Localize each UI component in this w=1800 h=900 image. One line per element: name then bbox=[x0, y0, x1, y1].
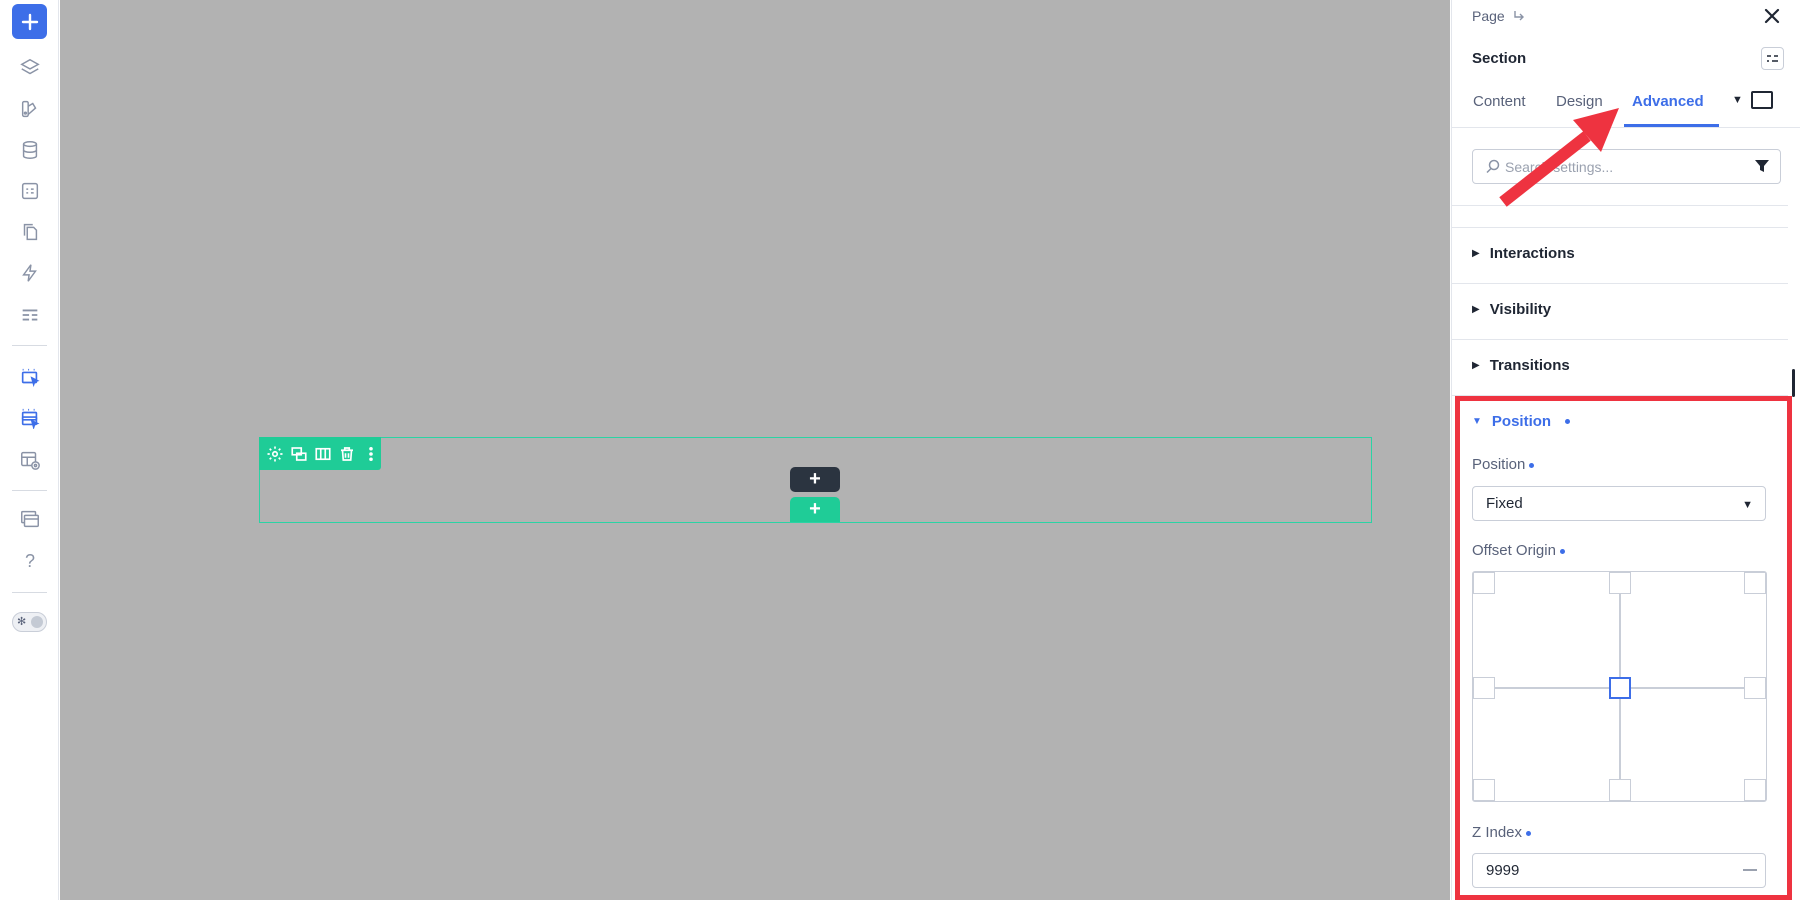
accordion-visibility[interactable]: ▶ Visibility bbox=[1472, 301, 1551, 318]
lightning-icon[interactable] bbox=[17, 260, 43, 286]
offset-origin-grid bbox=[1472, 571, 1767, 802]
active-tab-indicator bbox=[1624, 124, 1719, 127]
element-options-button[interactable] bbox=[1761, 47, 1784, 70]
duplicate-icon[interactable] bbox=[289, 444, 308, 464]
modified-dot bbox=[1559, 548, 1565, 554]
close-icon[interactable] bbox=[1760, 4, 1784, 28]
accordion-position[interactable]: ▼ Position bbox=[1472, 413, 1571, 430]
z-index-value: 9999 bbox=[1486, 862, 1520, 879]
element-title: Section bbox=[1472, 50, 1527, 67]
origin-bottom-left[interactable] bbox=[1473, 779, 1495, 801]
trash-icon[interactable] bbox=[338, 444, 357, 464]
position-select-value: Fixed bbox=[1486, 495, 1523, 512]
modified-dot bbox=[1565, 419, 1571, 424]
divider bbox=[1452, 283, 1788, 284]
origin-top-right[interactable] bbox=[1744, 572, 1766, 594]
origin-center-right[interactable] bbox=[1744, 677, 1766, 699]
search-input[interactable] bbox=[1505, 156, 1745, 178]
panel-tabs: Content Design Advanced ▼ bbox=[1452, 88, 1800, 128]
z-index-label: Z Index bbox=[1472, 824, 1523, 841]
tab-advanced[interactable]: Advanced bbox=[1632, 93, 1704, 110]
left-toolbar: ? ✻ bbox=[0, 0, 59, 900]
position-select[interactable]: Fixed ▼ bbox=[1472, 486, 1766, 521]
accordion-label: Transitions bbox=[1489, 357, 1570, 374]
plus-icon bbox=[21, 13, 38, 30]
builder-app: ? ✻ + + Page Section Content Design Adva… bbox=[0, 0, 1800, 900]
origin-top-left[interactable] bbox=[1473, 572, 1495, 594]
breadcrumb-page[interactable]: Page bbox=[1472, 8, 1505, 24]
section-toolbar bbox=[259, 437, 381, 470]
columns-icon[interactable] bbox=[313, 444, 332, 464]
select-multiple-icon[interactable] bbox=[17, 405, 43, 431]
layout-icon[interactable] bbox=[17, 302, 43, 328]
accordion-interactions[interactable]: ▶ Interactions bbox=[1472, 245, 1575, 262]
filter-icon[interactable] bbox=[1754, 158, 1770, 174]
accordion-label: Visibility bbox=[1489, 301, 1552, 318]
modified-dot bbox=[1526, 830, 1532, 836]
scrollbar-thumb[interactable] bbox=[1792, 369, 1795, 397]
caret-right-icon: ▶ bbox=[1472, 360, 1480, 371]
pages-icon[interactable] bbox=[17, 219, 43, 245]
accordion-transitions[interactable]: ▶ Transitions bbox=[1472, 357, 1570, 374]
desktop-device-icon[interactable] bbox=[1751, 91, 1773, 109]
settings-search bbox=[1472, 149, 1781, 184]
z-index-label-row: Z Index bbox=[1472, 824, 1532, 841]
chevron-down-icon: ▼ bbox=[1742, 499, 1753, 511]
add-block-button[interactable]: + bbox=[790, 467, 840, 492]
origin-bottom-right[interactable] bbox=[1744, 779, 1766, 801]
tab-design[interactable]: Design bbox=[1556, 93, 1603, 110]
caret-right-icon: ▶ bbox=[1472, 304, 1480, 315]
tab-content[interactable]: Content bbox=[1473, 93, 1526, 110]
preview-layout-icon[interactable] bbox=[17, 447, 43, 473]
theme-toggle[interactable]: ✻ bbox=[12, 612, 47, 632]
divider bbox=[1452, 339, 1788, 340]
divider bbox=[1452, 205, 1788, 206]
divider bbox=[1452, 395, 1788, 396]
sliders-icon bbox=[1767, 55, 1778, 62]
reset-dash-icon[interactable] bbox=[1743, 869, 1757, 871]
origin-center[interactable] bbox=[1609, 677, 1631, 699]
add-section-button[interactable]: + bbox=[790, 497, 840, 522]
breadcrumb[interactable]: Page bbox=[1472, 8, 1525, 24]
database-icon[interactable] bbox=[17, 137, 43, 163]
modified-dot bbox=[1529, 462, 1535, 468]
theme-icon[interactable] bbox=[17, 96, 43, 122]
position-label: Position bbox=[1472, 456, 1526, 473]
sun-icon: ✻ bbox=[17, 616, 27, 628]
forms-icon[interactable] bbox=[17, 178, 43, 204]
origin-center-left[interactable] bbox=[1473, 677, 1495, 699]
origin-top-center[interactable] bbox=[1609, 572, 1631, 594]
toolbar-divider bbox=[12, 345, 47, 346]
add-element-button[interactable] bbox=[12, 4, 47, 39]
accordion-label: Position bbox=[1491, 413, 1552, 430]
canvas[interactable]: + + bbox=[60, 0, 1450, 900]
windows-icon[interactable] bbox=[17, 506, 43, 532]
search-icon bbox=[1486, 159, 1500, 174]
help-icon[interactable]: ? bbox=[17, 548, 43, 574]
toolbar-divider bbox=[12, 490, 47, 491]
offset-origin-label-row: Offset Origin bbox=[1472, 542, 1565, 559]
more-vertical-icon[interactable] bbox=[362, 444, 381, 464]
select-element-icon[interactable] bbox=[17, 364, 43, 390]
settings-panel: Page Section Content Design Advanced ▼ ▶ bbox=[1451, 0, 1800, 900]
caret-right-icon: ▶ bbox=[1472, 248, 1480, 259]
divider bbox=[1452, 227, 1788, 228]
offset-origin-label: Offset Origin bbox=[1472, 542, 1556, 559]
dropdown-caret-icon[interactable]: ▼ bbox=[1732, 94, 1743, 106]
caret-down-icon: ▼ bbox=[1472, 416, 1482, 427]
toolbar-divider bbox=[12, 592, 47, 593]
gear-icon[interactable] bbox=[265, 444, 284, 464]
position-label-row: Position bbox=[1472, 456, 1535, 473]
toggle-knob bbox=[31, 616, 43, 628]
origin-bottom-center[interactable] bbox=[1609, 779, 1631, 801]
accordion-label: Interactions bbox=[1489, 245, 1575, 262]
layers-icon[interactable] bbox=[17, 55, 43, 81]
z-index-input[interactable]: 9999 bbox=[1472, 853, 1766, 888]
return-arrow-icon bbox=[1514, 11, 1524, 21]
